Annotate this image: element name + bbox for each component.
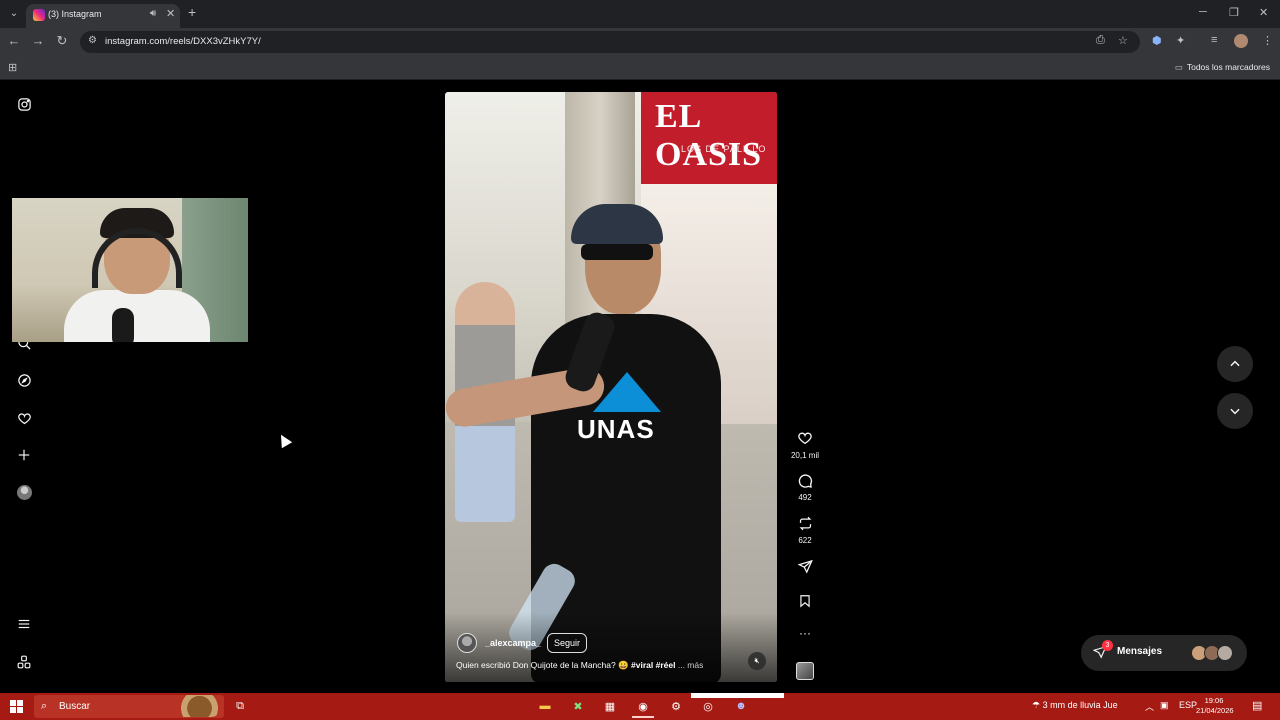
rain-icon: ☂: [1032, 700, 1043, 710]
messages-label: Mensajes: [1117, 646, 1163, 657]
microphone: [112, 308, 134, 342]
caption-more-link[interactable]: ... más: [678, 660, 704, 670]
tab-search-icon[interactable]: ⌄: [6, 6, 22, 22]
reel-video[interactable]: EL OASIS LOS DE PALILLO UNAS _alexcampa_…: [445, 92, 777, 682]
instagram-sidebar: [0, 81, 50, 693]
author-username[interactable]: _alexcampa_: [485, 638, 541, 648]
chevron-up-icon: [1230, 360, 1240, 367]
active-app-indicator: [632, 716, 654, 718]
xbox-icon[interactable]: ✖: [569, 697, 587, 715]
next-reel-button[interactable]: [1217, 393, 1253, 429]
clock-date: 21/04/2026: [1196, 706, 1234, 715]
language-indicator[interactable]: ESP: [1179, 700, 1197, 710]
chevron-down-icon: [1230, 408, 1240, 415]
extensions-puzzle-icon[interactable]: ✦: [1176, 34, 1185, 47]
extension-icon[interactable]: ⬢: [1152, 34, 1162, 47]
tab-title: (3) Instagram: [48, 9, 102, 19]
menu-kebab-icon[interactable]: ⋮: [1262, 34, 1273, 47]
shirt-text: UNAS: [577, 414, 655, 444]
shop-sign-subtitle: LOS DE PALILLO: [681, 144, 767, 154]
share-send-icon[interactable]: [795, 556, 815, 576]
mute-icon[interactable]: 🔇︎: [748, 652, 766, 670]
avatar: [1217, 645, 1233, 661]
search-icon: ⌕: [41, 700, 48, 712]
messages-button[interactable]: 3 Mensajes: [1081, 635, 1247, 671]
tab-close-icon[interactable]: ✕: [166, 7, 175, 20]
instagram-favicon-icon: [33, 9, 45, 21]
back-icon[interactable]: ←: [6, 33, 22, 48]
also-from-meta-icon[interactable]: [14, 652, 34, 672]
obs-icon[interactable]: ◎: [699, 697, 717, 715]
instagram-logo-icon[interactable]: [14, 94, 34, 114]
mouse-cursor: [275, 431, 293, 449]
browser-toolbar: ← → ↻ ⚙ instagram.com/reels/DXX3vZHkY7Y/…: [0, 28, 1280, 56]
microsoft-store-icon[interactable]: ▦: [601, 697, 619, 715]
reload-icon[interactable]: ↻: [54, 33, 70, 49]
save-bookmark-icon[interactable]: [795, 591, 815, 611]
bookmarks-bar: ⊞ ▭ Todos los marcadores: [0, 56, 1280, 80]
new-tab-icon[interactable]: +: [188, 5, 196, 19]
weather-widget[interactable]: ☂ 3 mm de lluvia Jue: [1032, 700, 1118, 711]
previous-reel-button[interactable]: [1217, 346, 1253, 382]
more-options-icon[interactable]: ···: [795, 626, 815, 640]
minimize-icon[interactable]: ─: [1199, 6, 1207, 18]
author-avatar[interactable]: [457, 633, 477, 653]
audio-thumbnail[interactable]: [796, 662, 814, 680]
repost-icon[interactable]: [795, 513, 815, 533]
site-settings-icon[interactable]: ⚙: [88, 35, 97, 46]
tray-display-icon[interactable]: ▣: [1160, 700, 1169, 711]
address-bar[interactable]: ⚙ instagram.com/reels/DXX3vZHkY7Y/: [80, 31, 1140, 53]
file-explorer-icon[interactable]: ▬: [536, 697, 554, 715]
search-highlight-image[interactable]: [172, 695, 222, 717]
webcam-overlay: [12, 198, 248, 342]
media-control-icon[interactable]: ≡: [1211, 34, 1217, 46]
like-heart-icon[interactable]: [795, 428, 815, 448]
profile-avatar[interactable]: [1234, 34, 1248, 48]
tab-audio-icon[interactable]: 🔊︎: [150, 8, 156, 19]
taskbar-search-label: Buscar: [59, 701, 91, 712]
discord-icon[interactable]: ☻: [732, 697, 750, 715]
forward-icon[interactable]: →: [30, 33, 46, 48]
apps-grid-icon[interactable]: ⊞: [8, 61, 17, 74]
url-text: instagram.com/reels/DXX3vZHkY7Y/: [105, 36, 261, 47]
tray-chevron-up-icon[interactable]: ︿: [1145, 700, 1154, 713]
install-app-icon[interactable]: ⎙: [1096, 34, 1105, 47]
follow-button[interactable]: Seguir: [547, 633, 588, 653]
window-close-icon[interactable]: ✕: [1259, 6, 1268, 19]
shop-sign-title: EL OASIS: [655, 98, 763, 173]
all-bookmarks-folder[interactable]: ▭ Todos los marcadores: [1175, 62, 1270, 73]
comment-count: 492: [798, 493, 812, 502]
restore-icon[interactable]: ❐: [1229, 6, 1239, 19]
profile-avatar-sidebar[interactable]: [17, 485, 32, 500]
messages-badge: 3: [1102, 640, 1113, 651]
notification-center-icon[interactable]: ▤: [1252, 699, 1262, 712]
browser-tab-strip: ⌄ (3) Instagram 🔊︎ ✕ + ─ ❐ ✕: [0, 0, 1280, 28]
windows-start-icon[interactable]: [10, 700, 23, 713]
steam-icon[interactable]: ⚙: [667, 697, 685, 715]
bookmark-star-icon[interactable]: ☆: [1118, 34, 1128, 47]
notifications-heart-icon[interactable]: [14, 408, 34, 428]
caption-hashtags[interactable]: #viral #réel: [631, 660, 675, 670]
instagram-page: EL OASIS LOS DE PALILLO UNAS _alexcampa_…: [0, 81, 1280, 693]
more-menu-icon[interactable]: [14, 614, 34, 634]
explore-compass-icon[interactable]: [14, 370, 34, 390]
taskbar-overlay-bar: [691, 693, 784, 698]
create-plus-icon[interactable]: [14, 445, 34, 465]
reel-caption: Quien escribió Don Quijote de la Mancha?…: [456, 660, 704, 670]
clock-time: 19:06: [1204, 696, 1224, 705]
taskbar-clock[interactable]: 19:06 21/04/2026: [1196, 696, 1234, 716]
chrome-icon[interactable]: ◉: [634, 697, 652, 715]
folder-icon: ▭: [1174, 62, 1183, 72]
comment-icon[interactable]: [795, 471, 815, 491]
task-view-icon[interactable]: ⧉: [231, 697, 249, 715]
like-count: 20,1 mil: [790, 451, 819, 460]
browser-tab[interactable]: (3) Instagram 🔊︎ ✕: [26, 4, 180, 28]
repost-count: 622: [798, 536, 812, 545]
windows-taskbar: ⌕ Buscar ⧉ ▬ ✖ ▦ ◉ ⚙ ◎ ☻ ☂ 3 mm de lluvi…: [0, 693, 1280, 720]
